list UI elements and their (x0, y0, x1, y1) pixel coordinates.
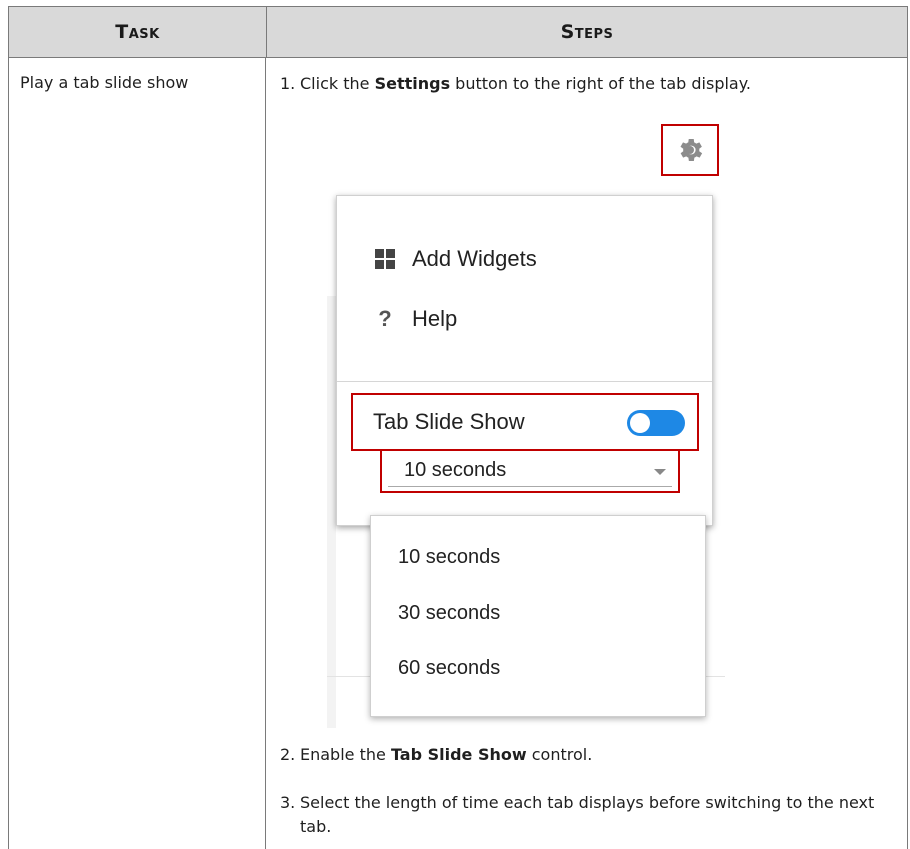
table-border-middle (265, 58, 266, 849)
menu-divider (337, 381, 712, 382)
grid-icon (372, 248, 398, 270)
interval-dropdown: 10 seconds 30 seconds 60 seconds (370, 515, 706, 717)
tab-slide-show-row: Tab Slide Show (351, 393, 699, 451)
table-border-left (8, 58, 9, 849)
interval-select[interactable]: 10 seconds (380, 449, 680, 493)
toggle-knob (630, 413, 650, 433)
settings-menu: Add Widgets ? Help Tab Slide Show 10 sec… (336, 195, 713, 526)
background-panel (327, 296, 336, 728)
table-header: Task Steps (8, 6, 908, 58)
settings-button[interactable] (661, 124, 719, 176)
interval-option-10[interactable]: 10 seconds (398, 546, 500, 569)
menu-item-label: Help (412, 306, 458, 331)
step-number: 3. (280, 793, 296, 812)
step-number: 1. (280, 74, 296, 93)
task-cell: Play a tab slide show (20, 73, 189, 92)
menu-item-add-widgets[interactable]: Add Widgets (372, 246, 537, 272)
step-text: Select the length of time each tab displ… (300, 793, 875, 836)
tab-slide-show-label: Tab Slide Show (373, 409, 525, 434)
menu-item-help[interactable]: ? Help (372, 306, 457, 332)
menu-item-label: Add Widgets (412, 246, 537, 271)
tab-slide-show-toggle[interactable] (627, 410, 685, 436)
header-task: Task (115, 21, 160, 43)
question-icon: ? (378, 306, 392, 331)
step-number: 2. (280, 745, 296, 764)
interval-option-30[interactable]: 30 seconds (398, 602, 500, 625)
settings-screenshot: Add Widgets ? Help Tab Slide Show 10 sec… (327, 116, 725, 728)
gear-icon (680, 139, 703, 161)
step-text: Click the Settings button to the right o… (300, 74, 751, 93)
header-steps: Steps (560, 21, 614, 43)
step-text: Enable the Tab Slide Show control. (300, 745, 593, 764)
interval-select-value: 10 seconds (404, 459, 507, 481)
chevron-down-icon (654, 469, 666, 475)
table-border-right (907, 58, 908, 849)
interval-option-60[interactable]: 60 seconds (398, 657, 500, 680)
